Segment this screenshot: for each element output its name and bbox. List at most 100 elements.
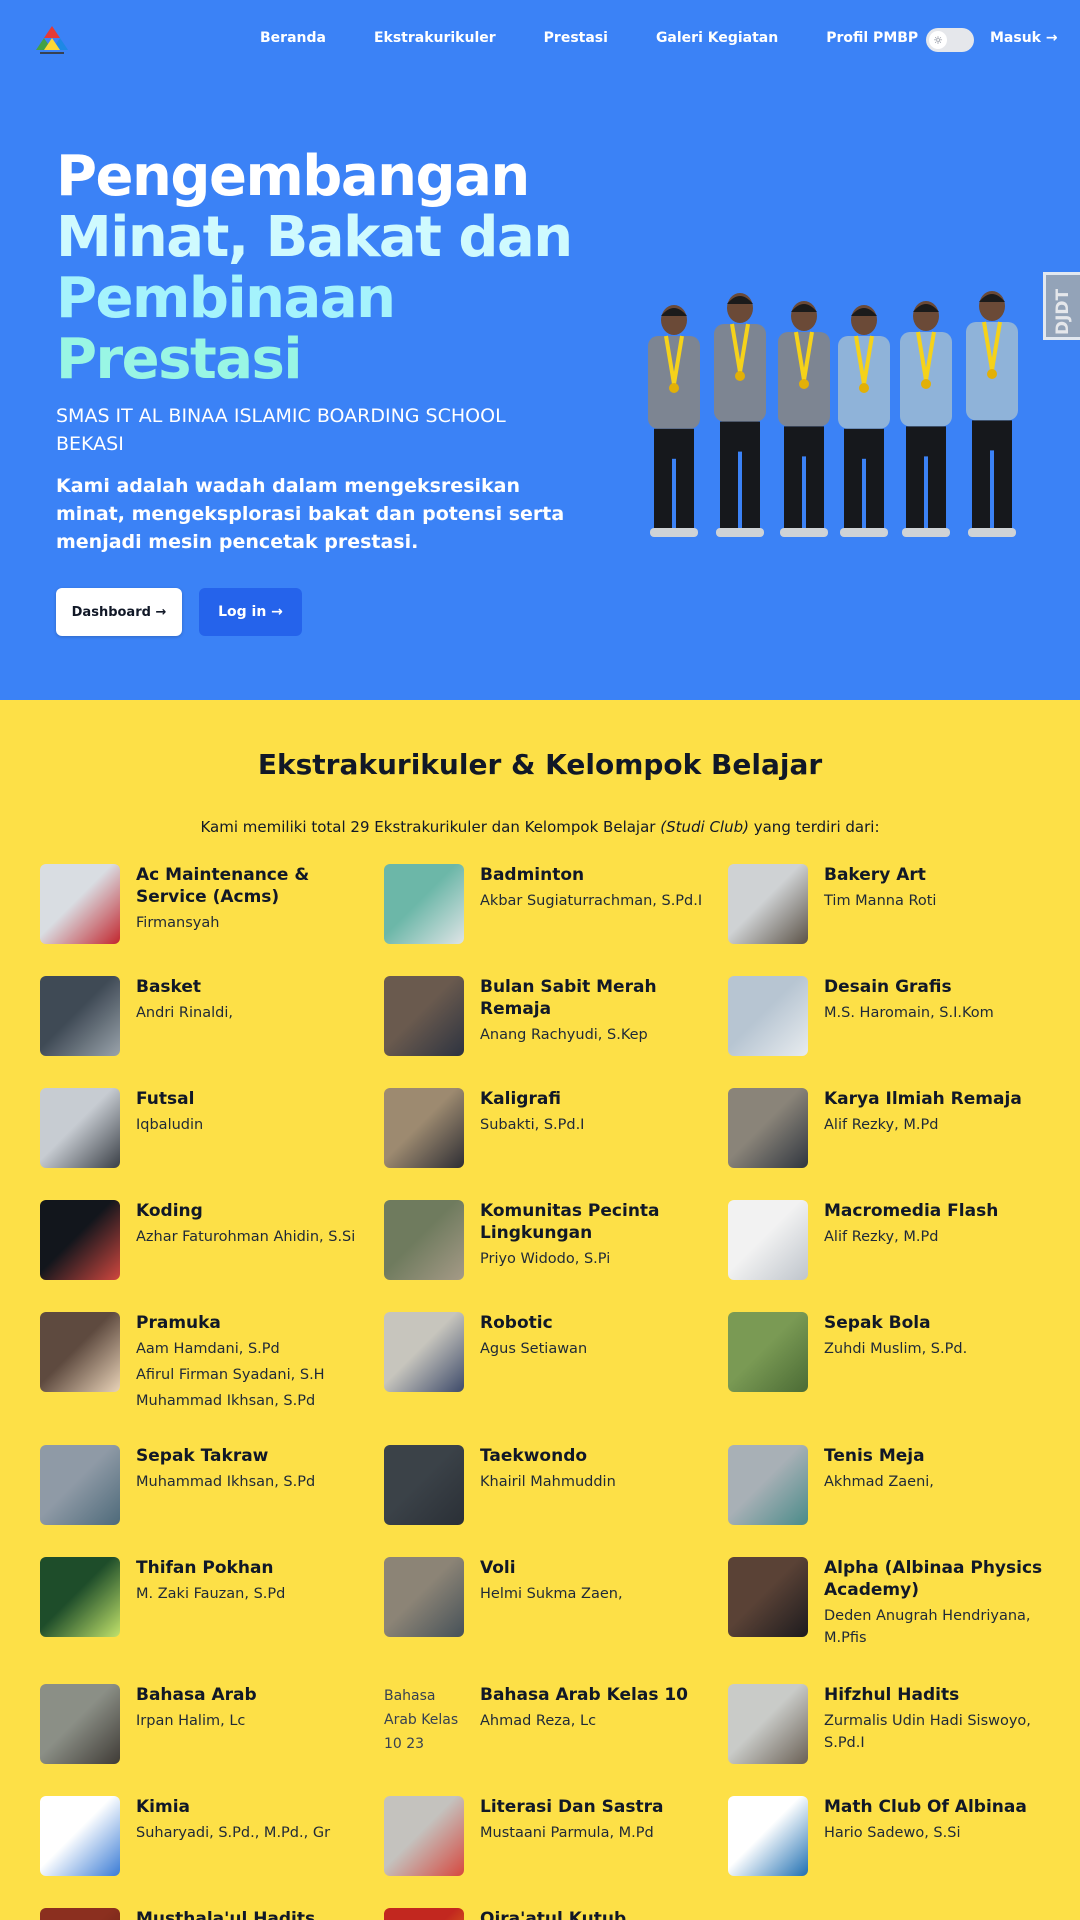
- headline-line-4: Prestasi: [56, 327, 303, 392]
- club-thumbnail[interactable]: [384, 1445, 464, 1525]
- club-thumbnail[interactable]: [728, 1200, 808, 1280]
- club-name[interactable]: Kaligrafi: [480, 1088, 720, 1110]
- club-text: Kimia Suharyadi, S.Pd., M.Pd., Gr: [136, 1796, 376, 1844]
- student-figure: [966, 291, 1018, 537]
- nav-profil-pmbp[interactable]: Profil PMBP: [826, 30, 918, 46]
- students-photo: [648, 291, 1018, 537]
- club-name[interactable]: Voli: [480, 1557, 720, 1579]
- club-thumbnail[interactable]: [40, 1908, 120, 1920]
- club-thumbnail[interactable]: [384, 864, 464, 944]
- club-name[interactable]: Komunitas Pecinta Lingkungan: [480, 1200, 720, 1244]
- club-name[interactable]: Kimia: [136, 1796, 376, 1818]
- club-coaches: Ahmad Reza, Lc: [480, 1710, 720, 1732]
- club-thumbnail[interactable]: [384, 1557, 464, 1637]
- top-navbar: Beranda Ekstrakurikuler Prestasi Galeri …: [0, 0, 1080, 80]
- club-name[interactable]: Musthala'ul Hadits: [136, 1908, 376, 1920]
- club-text: Koding Azhar Faturohman Ahidin, S.Si: [136, 1200, 376, 1248]
- dashboard-button[interactable]: Dashboard →: [56, 588, 182, 636]
- club-name[interactable]: Hifzhul Hadits: [824, 1684, 1064, 1706]
- broken-image-alt: Bahasa Arab Kelas 10 23: [384, 1688, 459, 1752]
- club-coaches: Iqbaludin: [136, 1114, 376, 1136]
- club-thumbnail[interactable]: [728, 1796, 808, 1876]
- nav-ekstrakurikuler[interactable]: Ekstrakurikuler: [374, 30, 496, 46]
- club-thumbnail[interactable]: [728, 1557, 808, 1637]
- student-figure: [778, 301, 830, 537]
- club-thumbnail[interactable]: [40, 1088, 120, 1168]
- masuk-link[interactable]: Masuk →: [990, 30, 1058, 46]
- coach-name: Hario Sadewo, S.Si: [824, 1825, 961, 1841]
- club-thumbnail[interactable]: [384, 976, 464, 1056]
- club-coaches: Alif Rezky, M.Pd: [824, 1114, 1064, 1136]
- club-thumbnail[interactable]: [384, 1200, 464, 1280]
- club-coaches: Tim Manna Roti: [824, 890, 1064, 912]
- club-thumbnail[interactable]: [384, 1088, 464, 1168]
- club-name[interactable]: Bahasa Arab: [136, 1684, 376, 1706]
- club-thumbnail[interactable]: [40, 1312, 120, 1392]
- theme-toggle[interactable]: ☼: [926, 28, 974, 52]
- club-text: Bahasa Arab Irpan Halim, Lc: [136, 1684, 376, 1732]
- club-thumbnail[interactable]: [728, 864, 808, 944]
- club-name[interactable]: Thifan Pokhan: [136, 1557, 376, 1579]
- club-thumbnail[interactable]: [40, 1200, 120, 1280]
- nav-galeri-kegiatan[interactable]: Galeri Kegiatan: [656, 30, 778, 46]
- club-coaches: Firmansyah: [136, 912, 376, 934]
- club-name[interactable]: Math Club Of Albinaa: [824, 1796, 1064, 1818]
- club-thumbnail[interactable]: [40, 1796, 120, 1876]
- nav-prestasi[interactable]: Prestasi: [544, 30, 608, 46]
- club-name[interactable]: Bakery Art: [824, 864, 1064, 886]
- club-thumbnail[interactable]: [728, 1312, 808, 1392]
- coach-name: Afirul Firman Syadani, S.H: [136, 1367, 325, 1383]
- club-text: Bulan Sabit Merah Remaja Anang Rachyudi, …: [480, 976, 720, 1046]
- coach-name: M. Zaki Fauzan, S.Pd: [136, 1586, 286, 1602]
- club-thumbnail[interactable]: [384, 1908, 464, 1920]
- club-thumbnail[interactable]: [40, 1557, 120, 1637]
- club-name[interactable]: Koding: [136, 1200, 376, 1222]
- club-coaches: Andri Rinaldi,: [136, 1002, 376, 1024]
- club-text: Badminton Akbar Sugiaturrachman, S.Pd.I: [480, 864, 720, 912]
- club-name[interactable]: Desain Grafis: [824, 976, 1064, 998]
- club-name[interactable]: Qira'atul Kutub: [480, 1908, 720, 1920]
- club-name[interactable]: Bahasa Arab Kelas 10: [480, 1684, 720, 1706]
- login-button[interactable]: Log in →: [199, 588, 302, 636]
- club-thumbnail[interactable]: [40, 1684, 120, 1764]
- coach-name: Irpan Halim, Lc: [136, 1713, 246, 1729]
- club-name[interactable]: Basket: [136, 976, 376, 998]
- club-thumbnail[interactable]: [728, 1445, 808, 1525]
- club-thumbnail[interactable]: [728, 1684, 808, 1764]
- club-name[interactable]: Futsal: [136, 1088, 376, 1110]
- club-text: Literasi Dan Sastra Mustaani Parmula, M.P…: [480, 1796, 720, 1844]
- club-name[interactable]: Bulan Sabit Merah Remaja: [480, 976, 720, 1020]
- club-text: Thifan Pokhan M. Zaki Fauzan, S.Pd: [136, 1557, 376, 1605]
- club-text: Pramuka Aam Hamdani, S.Pd Afirul Firman Sy…: [136, 1312, 376, 1412]
- club-name[interactable]: Literasi Dan Sastra: [480, 1796, 720, 1818]
- club-text: Bahasa Arab Kelas 10 Ahmad Reza, Lc: [480, 1684, 720, 1732]
- club-thumbnail[interactable]: [384, 1796, 464, 1876]
- club-thumbnail[interactable]: [40, 864, 120, 944]
- club-name[interactable]: Tenis Meja: [824, 1445, 1064, 1467]
- club-name[interactable]: Taekwondo: [480, 1445, 720, 1467]
- club-name[interactable]: Alpha (Albinaa Physics Academy): [824, 1557, 1064, 1601]
- club-coaches: Subakti, S.Pd.I: [480, 1114, 720, 1136]
- club-text: Taekwondo Khairil Mahmuddin: [480, 1445, 720, 1493]
- club-thumbnail[interactable]: [728, 1088, 808, 1168]
- club-name[interactable]: Macromedia Flash: [824, 1200, 1064, 1222]
- school-logo-icon[interactable]: [34, 24, 70, 56]
- club-name[interactable]: Sepak Takraw: [136, 1445, 376, 1467]
- club-name[interactable]: Robotic: [480, 1312, 720, 1334]
- club-coaches: M. Zaki Fauzan, S.Pd: [136, 1583, 376, 1605]
- club-text: Komunitas Pecinta Lingkungan Priyo Widodo…: [480, 1200, 720, 1270]
- sun-icon: ☼: [929, 31, 947, 49]
- club-thumbnail[interactable]: [40, 976, 120, 1056]
- club-name[interactable]: Pramuka: [136, 1312, 376, 1334]
- club-thumbnail[interactable]: [728, 976, 808, 1056]
- club-coaches: Mustaani Parmula, M.Pd: [480, 1822, 720, 1844]
- club-thumbnail[interactable]: [384, 1312, 464, 1392]
- club-name[interactable]: Ac Maintenance & Service (Acms): [136, 864, 376, 908]
- nav-beranda[interactable]: Beranda: [260, 30, 326, 46]
- club-thumbnail[interactable]: [40, 1445, 120, 1525]
- debug-toolbar-tab[interactable]: DJDT: [1043, 272, 1080, 340]
- club-name[interactable]: Badminton: [480, 864, 720, 886]
- coach-name: Zuhdi Muslim, S.Pd.: [824, 1341, 968, 1357]
- club-name[interactable]: Sepak Bola: [824, 1312, 1064, 1334]
- club-name[interactable]: Karya Ilmiah Remaja: [824, 1088, 1064, 1110]
